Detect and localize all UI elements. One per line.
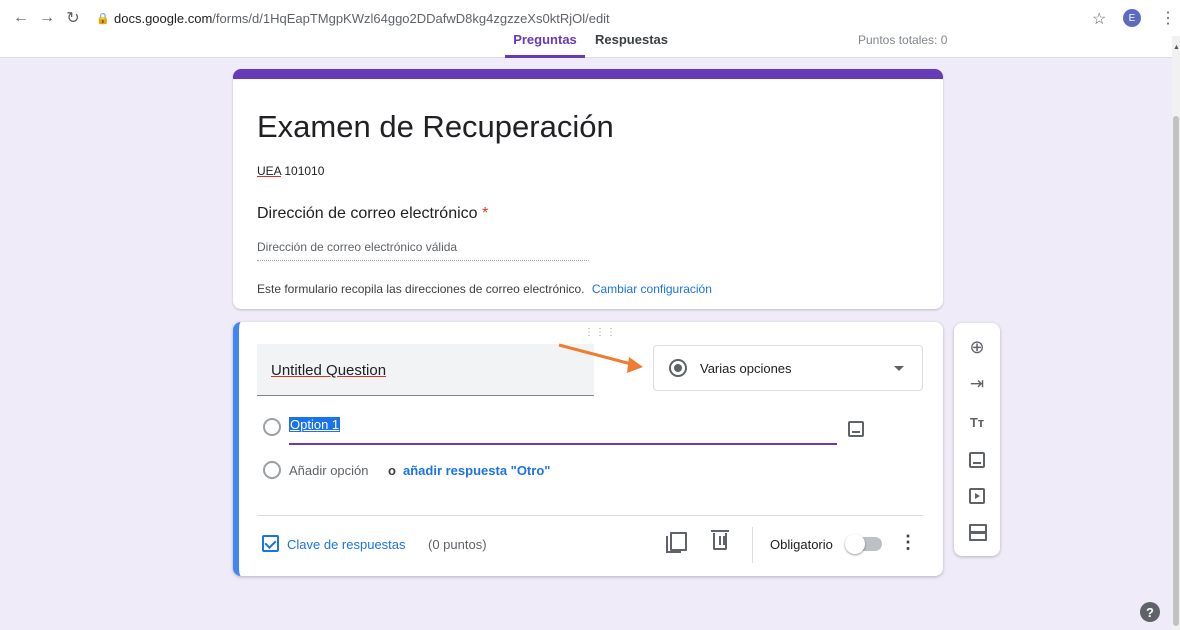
option-1-text: Option 1 [289,417,341,432]
video-icon[interactable] [965,484,989,508]
add-image-icon[interactable] [848,421,864,437]
radio-empty-icon [263,461,281,479]
import-icon[interactable]: ⇥ [965,372,989,396]
star-icon[interactable]: ☆ [1092,9,1106,29]
email-question-label: Dirección de correo electrónico * [257,205,488,223]
tab-respuestas[interactable]: Respuestas [595,32,668,58]
browser-menu-icon[interactable]: ⋮ [1160,8,1176,28]
copy-icon[interactable] [666,532,687,553]
collect-email-note: Este formulario recopila las direcciones… [257,282,712,296]
collect-note-text: Este formulario recopila las direcciones… [257,282,585,296]
section-icon[interactable] [965,520,989,544]
scroll-thumb[interactable] [1173,116,1179,626]
question-type-label: Varias opciones [700,360,792,376]
forms-header: Preguntas Respuestas Puntos totales: 0 [0,30,1172,58]
radio-button-icon [669,359,687,377]
email-label-text: Dirección de correo electrónico [257,205,478,222]
image-icon[interactable] [965,448,989,472]
add-option-row: Añadir opción o añadir respuesta "Otro" [257,460,657,482]
or-text: o [388,463,396,478]
side-toolbar: ⊕ ⇥ Tᴛ [954,323,1000,556]
add-question-icon[interactable]: ⊕ [965,335,989,359]
answer-key-icon[interactable] [262,535,279,552]
change-settings-link[interactable]: Cambiar configuración [592,282,712,296]
form-description[interactable]: UEA 101010 [257,164,324,178]
total-points: Puntos totales: 0 [858,33,948,47]
avatar[interactable]: E [1123,9,1141,27]
option-row: Option 1 [257,415,877,445]
form-header-card[interactable]: Examen de Recuperación UEA 101010 Direcc… [233,69,943,309]
lock-icon: 🔒 [96,12,110,25]
question-title-text: Untitled Question [271,362,387,379]
back-icon[interactable]: ← [8,5,34,31]
toggle-knob [845,534,865,554]
reload-icon[interactable]: ↻ [60,5,86,31]
tab-preguntas[interactable]: Preguntas [505,32,585,58]
chevron-down-icon [894,366,904,371]
add-option-button[interactable]: Añadir opción [289,463,369,478]
title-text-icon[interactable]: Tᴛ [965,410,989,434]
description-uea: UEA [257,164,282,178]
required-asterisk: * [482,205,489,222]
url-path: /forms/d/1HqEapTMgpKWzl64ggo2DDafwD8kg4z… [212,10,610,26]
points-label: (0 puntos) [428,537,487,552]
question-type-dropdown[interactable]: Varias opciones [653,345,923,391]
divider [752,527,753,563]
divider [257,515,923,516]
help-icon[interactable]: ? [1140,602,1160,622]
drag-handle-icon[interactable]: ⋮⋮⋮ [584,327,617,338]
add-other-button[interactable]: añadir respuesta "Otro" [403,463,550,478]
question-title-input[interactable]: Untitled Question [257,344,594,396]
scrollbar[interactable]: ▲ [1172,36,1180,630]
scroll-up-arrow-icon[interactable]: ▲ [1173,44,1180,51]
url-domain: docs.google.com [114,10,213,26]
option-1-input[interactable]: Option 1 [289,417,837,445]
more-icon[interactable]: ⋮ [899,533,917,551]
radio-empty-icon [263,418,281,436]
required-label: Obligatorio [770,537,833,552]
address-bar[interactable]: 🔒 docs.google.com/forms/d/1HqEapTMgpKWzl… [96,4,610,32]
forward-icon[interactable]: → [34,5,60,31]
email-field: Dirección de correo electrónico válida [257,240,589,261]
description-rest: 101010 [281,164,325,178]
answer-key-button[interactable]: Clave de respuestas [287,537,406,552]
required-toggle[interactable] [845,534,882,554]
trash-icon[interactable] [711,530,729,550]
form-title[interactable]: Examen de Recuperación [257,109,614,145]
annotation-arrow [558,343,643,373]
